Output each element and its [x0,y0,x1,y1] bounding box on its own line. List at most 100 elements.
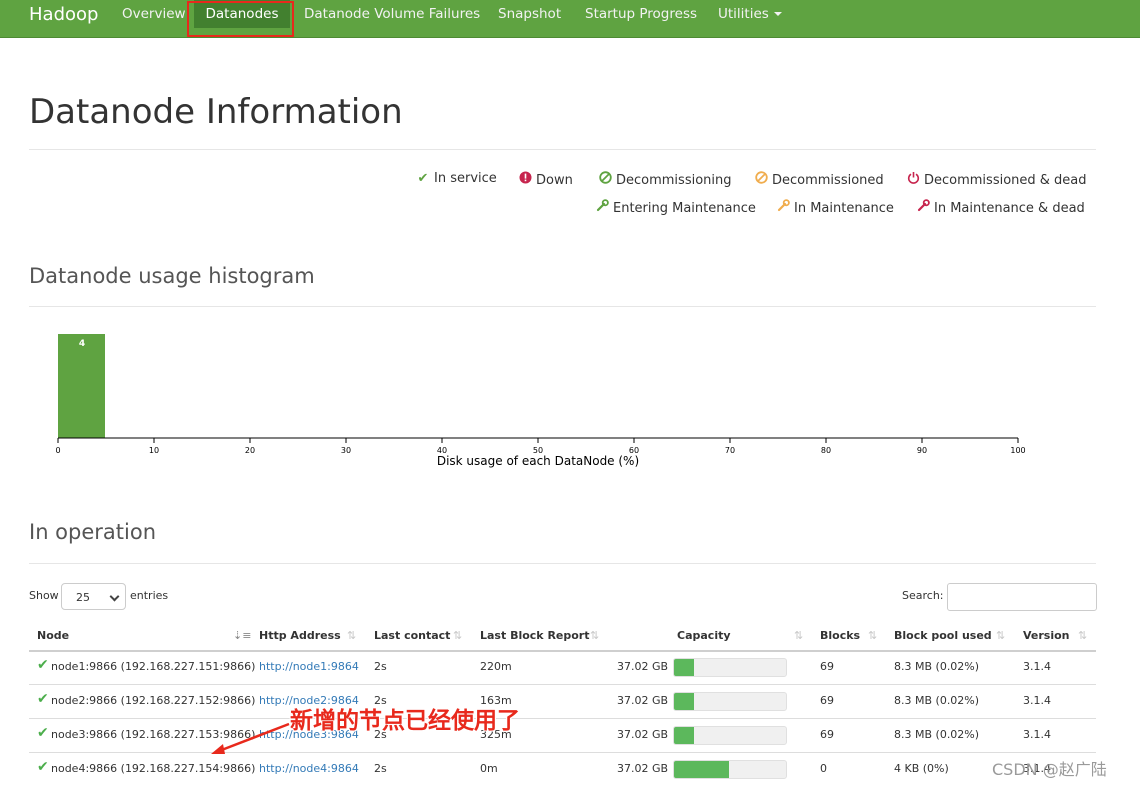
annotation-highlight-box [187,1,294,37]
legend-label: Decommissioned [772,173,884,188]
histogram-bar [58,334,105,438]
histogram-title: Datanode usage histogram [29,264,315,288]
nav-utilities-label: Utilities [718,6,769,22]
nav-overview[interactable]: Overview [122,0,186,28]
legend-label: Decommissioning [616,173,732,188]
blocks: 69 [820,660,834,673]
histogram-divider [29,306,1096,307]
chevron-down-icon [109,591,120,602]
column-header-last-block-report[interactable]: Last Block Report [480,629,590,643]
usage-histogram-chart: 40 10 20 30 40 50 60 70 80 90 100Disk usage of eac… [55,334,1026,468]
wrench-icon [595,199,609,217]
nav-startup-progress[interactable]: Startup Progress [585,0,697,28]
histogram-x-tick-label: 70 [725,446,735,455]
annotation-arrow-icon [211,722,290,754]
show-label: Show [29,589,59,602]
legend-decommissioned: Decommissioned [754,171,884,189]
legend-decommissioning: Decommissioning [598,171,732,189]
legend-label: In Maintenance [794,201,894,216]
table-row-divider [29,718,1096,719]
capacity-usage-bar [673,726,787,745]
sort-icon[interactable]: ⇅ [794,629,803,643]
legend-down: Down [518,171,573,189]
last-contact: 2s [374,762,387,775]
capacity: 37.02 GB [617,762,669,775]
histogram-x-tick-label: 80 [821,446,831,455]
node-name: node2:9866 (192.168.227.152:9866) [51,694,256,707]
annotation-text: 新增的节点已经使用了 [290,708,520,734]
legend-entering-maintenance: Entering Maintenance [595,199,756,217]
sort-icon[interactable]: ⇅ [1078,629,1087,643]
column-header-block-pool-used[interactable]: Block pool used [894,629,992,643]
sort-icon[interactable]: ⇅ [590,629,599,643]
capacity: 37.02 GB [617,660,669,673]
last-block-report: 220m [480,660,512,673]
histogram-x-tick-label: 90 [917,446,927,455]
entries-select-value: 25 [76,591,90,604]
legend-label: Decommissioned & dead [924,173,1087,188]
legend-in-maintenance-dead: In Maintenance & dead [916,199,1085,217]
sort-desc-icon[interactable]: ⇣≡ [233,629,251,643]
legend-label: Down [536,173,573,188]
in-service-check-icon: ✔ [37,759,49,775]
column-header-node[interactable]: Node [37,629,69,643]
histogram-x-tick-label: 20 [245,446,255,455]
node-name: node4:9866 (192.168.227.154:9866) [51,762,256,775]
ban-icon [754,171,768,189]
in-operation-title: In operation [29,520,157,544]
entries-label: entries [130,589,169,602]
table-header-divider [29,650,1096,652]
search-input[interactable] [947,583,1097,611]
table-row-divider [29,684,1096,685]
capacity-usage-fill [674,659,695,676]
wrench-icon [776,199,790,217]
sort-icon[interactable]: ⇅ [347,629,356,643]
sort-icon[interactable]: ⇅ [996,629,1005,643]
sort-icon[interactable]: ⇅ [453,629,462,643]
capacity-usage-fill [674,727,695,744]
nav-datanode-volume-failures[interactable]: Datanode Volume Failures [304,0,480,28]
blocks: 69 [820,728,834,741]
last-block-report: 163m [480,694,512,707]
last-contact: 2s [374,660,387,673]
power-icon [906,171,920,189]
last-contact: 2s [374,694,387,707]
block-pool-used: 8.3 MB (0.02%) [894,660,980,673]
version: 3.1.4 [1023,660,1051,673]
top-navbar: Hadoop Overview Datanodes Datanode Volum… [0,0,1140,38]
version: 3.1.4 [1023,694,1051,707]
column-header-capacity[interactable]: Capacity [677,629,731,643]
title-divider [29,149,1096,150]
capacity-usage-bar [673,658,787,677]
legend-label: In service [434,171,497,186]
watermark: CSDN @赵广陆 [992,760,1107,779]
histogram-x-tick-label: 0 [55,446,60,455]
blocks: 0 [820,762,827,775]
http-address-link[interactable]: http://node2:9864 [259,694,359,708]
http-address-link[interactable]: http://node4:9864 [259,762,359,776]
node-name: node1:9866 (192.168.227.151:9866) [51,660,256,673]
sort-icon[interactable]: ⇅ [868,629,877,643]
column-header-http-address[interactable]: Http Address [259,629,341,643]
legend-in-maintenance: In Maintenance [776,199,894,217]
capacity-usage-bar [673,760,787,779]
exclamation-circle-icon [518,171,532,189]
search-label: Search: [902,589,944,602]
block-pool-used: 8.3 MB (0.02%) [894,728,980,741]
brand-logo[interactable]: Hadoop [29,4,98,26]
column-header-version[interactable]: Version [1023,629,1070,643]
legend-label: Entering Maintenance [613,201,756,216]
nav-utilities[interactable]: Utilities [718,0,782,28]
page-title: Datanode Information [29,92,403,132]
legend-decommissioned-dead: Decommissioned & dead [906,171,1087,189]
column-header-blocks[interactable]: Blocks [820,629,860,643]
caret-down-icon [773,12,782,16]
entries-select[interactable]: 25 [61,583,126,610]
capacity-usage-fill [674,761,729,778]
column-header-last-contact[interactable]: Last contact [374,629,450,643]
http-address-link[interactable]: http://node1:9864 [259,660,359,674]
table-row-divider [29,752,1096,753]
nav-snapshot[interactable]: Snapshot [498,0,561,28]
in-service-check-icon: ✔ [37,725,49,741]
histogram-x-tick-label: 100 [1010,446,1025,455]
